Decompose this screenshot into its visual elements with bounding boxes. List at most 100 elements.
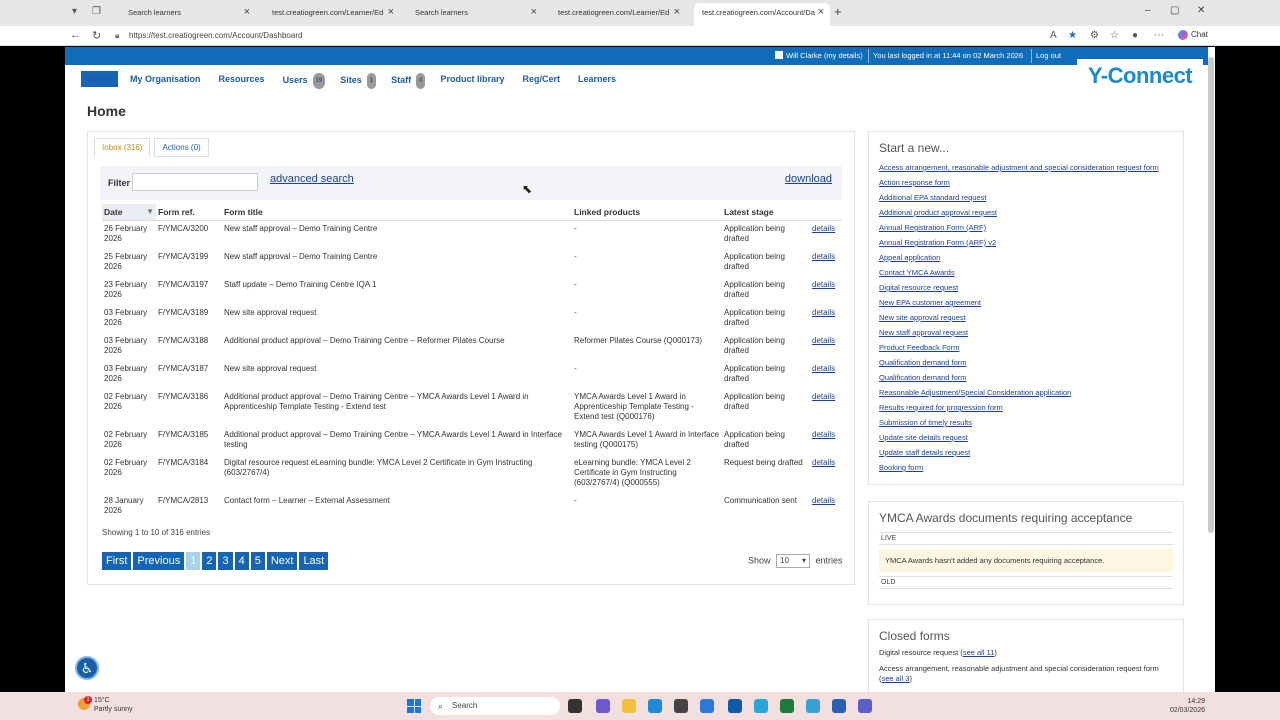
- details-link[interactable]: details: [812, 224, 835, 233]
- details-link[interactable]: details: [812, 336, 835, 345]
- maximize-icon[interactable]: ▢: [1170, 5, 1179, 16]
- favorite-star-icon[interactable]: ★: [1068, 30, 1077, 41]
- nav-users[interactable]: Users 19: [277, 71, 329, 89]
- start-form-link[interactable]: Submission of timely results: [879, 418, 972, 427]
- workspaces-icon[interactable]: ❐: [92, 6, 101, 17]
- details-link[interactable]: details: [812, 496, 835, 505]
- file-explorer-icon[interactable]: [622, 699, 636, 713]
- nav-product-library[interactable]: Product library: [434, 71, 510, 87]
- nav-my-organisation[interactable]: My Organisation: [124, 71, 207, 87]
- mail-icon[interactable]: [728, 699, 742, 713]
- app-icon[interactable]: [754, 699, 768, 713]
- nav-reg-cert[interactable]: Reg/Cert: [517, 71, 567, 87]
- tab-actions-icon[interactable]: ▾: [72, 6, 77, 17]
- excel-icon[interactable]: [780, 699, 794, 713]
- more-icon[interactable]: ⋯: [1154, 30, 1164, 41]
- close-icon[interactable]: ×: [531, 6, 537, 18]
- back-icon[interactable]: ←: [70, 29, 81, 41]
- page-1-button[interactable]: 1: [186, 552, 201, 570]
- page-3-button[interactable]: 3: [218, 552, 233, 570]
- nav-staff[interactable]: Staff 0: [385, 71, 428, 89]
- word-icon[interactable]: [832, 699, 846, 713]
- start-form-link[interactable]: Product Feedback Form: [879, 343, 959, 352]
- system-clock[interactable]: 14:29 02/03/2026: [1165, 697, 1205, 715]
- close-icon[interactable]: ×: [674, 6, 680, 18]
- page-first-button[interactable]: First: [102, 552, 132, 570]
- column-form-title[interactable]: Form title: [222, 204, 572, 221]
- download-link[interactable]: download: [785, 173, 832, 185]
- start-form-link[interactable]: Results required for progression form: [879, 403, 1003, 412]
- details-link[interactable]: details: [812, 458, 835, 467]
- page-4-button[interactable]: 4: [234, 552, 249, 570]
- url-field[interactable]: 🔒︎ https://test.creatiogreen.com/Account/…: [115, 28, 1035, 44]
- browser-tab-1[interactable]: Search learners ×: [120, 3, 256, 23]
- edge-icon[interactable]: [648, 699, 662, 713]
- teams-icon[interactable]: [858, 699, 872, 713]
- user-name-link[interactable]: Will Clarke: [786, 51, 822, 60]
- my-details-link[interactable]: (my details): [824, 51, 863, 60]
- start-form-link[interactable]: Additional product approval request: [879, 208, 997, 217]
- column-date[interactable]: Date ▼: [102, 204, 156, 221]
- page-last-button[interactable]: Last: [299, 552, 329, 570]
- start-form-link[interactable]: Additional EPA standard request: [879, 193, 986, 202]
- see-all-link[interactable]: see all 11: [963, 648, 995, 657]
- start-form-link[interactable]: Qualification demand form: [879, 358, 967, 367]
- browser-tab-2[interactable]: test.creatiogreen.com/Learner/Ed ×: [264, 3, 400, 23]
- start-form-link[interactable]: Action response form: [879, 178, 950, 187]
- see-all-link[interactable]: see all 3: [882, 674, 910, 683]
- chat-button[interactable]: Chat: [1178, 30, 1208, 40]
- tab-actions[interactable]: Actions (0): [154, 138, 209, 157]
- page-previous-button[interactable]: Previous: [133, 552, 185, 570]
- reload-icon[interactable]: ↻: [92, 29, 101, 42]
- details-link[interactable]: details: [812, 392, 835, 401]
- start-form-link[interactable]: New staff approval request: [879, 328, 968, 337]
- window-close-icon[interactable]: ✕: [1197, 5, 1205, 16]
- app-icon[interactable]: [806, 699, 820, 713]
- browser-tab-5-active[interactable]: test.creatiogreen.com/Account/Da ×: [694, 3, 830, 26]
- start-form-link[interactable]: Reasonable Adjustment/Special Considerat…: [879, 388, 1071, 397]
- browser-tab-3[interactable]: Search learners ×: [407, 3, 543, 23]
- new-tab-icon[interactable]: +: [834, 4, 842, 19]
- start-form-link[interactable]: Update site details request: [879, 433, 968, 442]
- page-5-button[interactable]: 5: [250, 552, 265, 570]
- start-form-link[interactable]: Annual Registration Form (ARF): [879, 223, 986, 232]
- nav-home[interactable]: Home: [81, 71, 119, 87]
- outlook-icon[interactable]: [700, 699, 714, 713]
- column-latest-stage[interactable]: Latest stage: [722, 204, 810, 221]
- browser-tab-4[interactable]: test.creatiogreen.com/Learner/Ed ×: [550, 3, 686, 23]
- favorites-icon[interactable]: ☆: [1110, 30, 1119, 41]
- details-link[interactable]: details: [812, 280, 835, 289]
- start-form-link[interactable]: Appeal application: [879, 253, 940, 262]
- column-linked-products[interactable]: Linked products: [572, 204, 722, 221]
- read-aloud-icon[interactable]: A: [1050, 30, 1057, 41]
- task-view-icon[interactable]: [568, 699, 582, 713]
- profile-icon[interactable]: ●: [1132, 30, 1138, 41]
- details-link[interactable]: details: [812, 252, 835, 261]
- windows-start-icon[interactable]: [407, 699, 421, 713]
- extensions-icon[interactable]: ⚙: [1090, 30, 1099, 41]
- start-form-link[interactable]: Qualification demand form: [879, 373, 967, 382]
- page-size-select[interactable]: 10 ▾: [776, 554, 811, 568]
- logout-link[interactable]: Log out: [1036, 51, 1061, 60]
- tab-inbox[interactable]: Inbox (316): [94, 138, 151, 157]
- close-icon[interactable]: ×: [388, 6, 394, 18]
- accessibility-icon[interactable]: ♿︎: [75, 656, 99, 680]
- start-form-link[interactable]: Access arrangement, reasonable adjustmen…: [879, 163, 1159, 172]
- page-next-button[interactable]: Next: [266, 552, 298, 570]
- column-form-ref[interactable]: Form ref.: [156, 204, 222, 221]
- y-connect-logo[interactable]: Y-Connect: [1077, 59, 1203, 93]
- advanced-search-link[interactable]: advanced search: [270, 173, 354, 185]
- details-link[interactable]: details: [812, 364, 835, 373]
- minimize-icon[interactable]: –: [1145, 5, 1151, 16]
- nav-sites[interactable]: Sites 1: [334, 71, 379, 89]
- close-icon[interactable]: ×: [818, 6, 824, 18]
- details-link[interactable]: details: [812, 308, 835, 317]
- start-form-link[interactable]: Digital resource request: [879, 283, 958, 292]
- store-icon[interactable]: [674, 699, 688, 713]
- copilot-app-icon[interactable]: [596, 699, 610, 713]
- close-icon[interactable]: ×: [244, 6, 250, 18]
- start-form-link[interactable]: Contact YMCA Awards: [879, 268, 955, 277]
- start-form-link[interactable]: Update staff details request: [879, 448, 970, 457]
- weather-widget[interactable]: 15°C Partly sunny: [94, 696, 133, 714]
- details-link[interactable]: details: [812, 430, 835, 439]
